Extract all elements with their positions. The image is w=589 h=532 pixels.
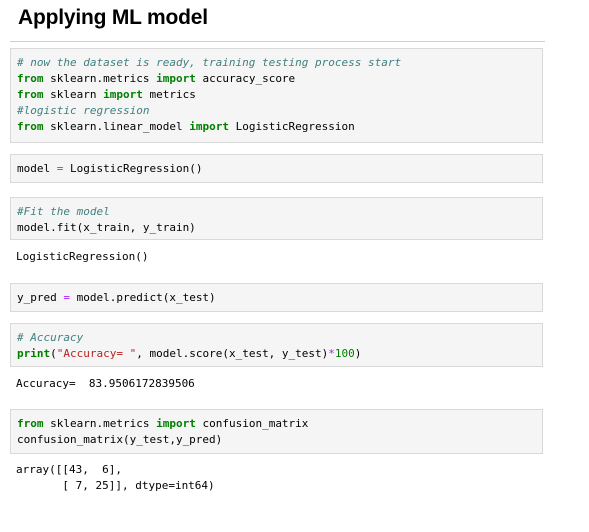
output-accuracy: Accuracy= 83.9506172839506 [16, 376, 195, 392]
code-token: import [103, 88, 143, 101]
code-token: # now the dataset is ready, training tes… [17, 56, 402, 69]
code-token: model.fit(x_train, y_train) [17, 221, 196, 234]
code-token: model [17, 162, 57, 175]
code-token: from [17, 120, 44, 133]
code-token: sklearn [43, 88, 104, 101]
code-line: model = LogisticRegression() [17, 161, 542, 177]
code-token: ) [354, 347, 362, 360]
code-token: #Fit the model [17, 205, 110, 218]
code-token: * [328, 347, 335, 360]
code-line: #Fit the model [17, 204, 542, 220]
code-cell-model-init[interactable]: model = LogisticRegression() [10, 154, 543, 183]
output-confusion: array([[43, 6], [ 7, 25]], dtype=int64) [16, 462, 215, 494]
code-line: # Accuracy [17, 330, 542, 346]
code-token: accuracy_score [195, 72, 296, 85]
section-heading: Applying ML model [18, 6, 208, 29]
code-token: print [17, 347, 51, 360]
code-cell-confusion[interactable]: from sklearn.metrics import confusion_ma… [10, 409, 543, 454]
code-token: metrics [142, 88, 196, 101]
code-token: from [17, 72, 44, 85]
code-token: , model.score(x_test, y_test) [136, 347, 329, 360]
code-line: model.fit(x_train, y_train) [17, 220, 542, 236]
output-line: array([[43, 6], [16, 463, 122, 476]
code-cell-accuracy[interactable]: # Accuracy print("Accuracy= ", model.scor… [10, 323, 543, 367]
code-cell-imports[interactable]: # now the dataset is ready, training tes… [10, 48, 543, 143]
code-token: from [17, 88, 44, 101]
heading-divider [10, 41, 545, 42]
code-token: ( [50, 347, 57, 360]
code-token: from [17, 417, 44, 430]
code-token: sklearn.linear_model [43, 120, 190, 133]
code-token: sklearn.metrics [43, 72, 157, 85]
code-line: from sklearn import metrics [17, 87, 542, 103]
code-token: # Accuracy [17, 331, 84, 344]
code-line: from sklearn.metrics import accuracy_sco… [17, 71, 542, 87]
code-line: confusion_matrix(y_test,y_pred) [17, 432, 542, 448]
code-line: from sklearn.linear_model import Logisti… [17, 119, 542, 135]
code-token: y_pred [17, 291, 64, 304]
output-fit: LogisticRegression() [16, 249, 148, 265]
code-token: sklearn.metrics [43, 417, 157, 430]
code-line: #logistic regression [17, 103, 542, 119]
code-token: confusion_matrix(y_test,y_pred) [17, 433, 223, 446]
code-token: confusion_matrix [195, 417, 309, 430]
code-line: # now the dataset is ready, training tes… [17, 55, 542, 71]
code-token: LogisticRegression [228, 120, 355, 133]
output-line: Accuracy= 83.9506172839506 [16, 377, 195, 390]
code-token: import [156, 417, 196, 430]
code-token: import [189, 120, 229, 133]
code-line: y_pred = model.predict(x_test) [17, 290, 542, 306]
code-line: from sklearn.metrics import confusion_ma… [17, 416, 542, 432]
code-token: = [63, 291, 70, 304]
code-token: #logistic regression [17, 104, 150, 117]
code-token: LogisticRegression() [63, 162, 203, 175]
output-line: [ 7, 25]], dtype=int64) [16, 479, 215, 492]
code-cell-predict[interactable]: y_pred = model.predict(x_test) [10, 283, 543, 312]
code-cell-fit[interactable]: #Fit the model model.fit(x_train, y_train… [10, 197, 543, 240]
output-line: LogisticRegression() [16, 250, 149, 263]
code-token: import [156, 72, 196, 85]
code-token: "Accuracy= " [56, 347, 137, 360]
code-token: 100 [334, 347, 355, 360]
code-line: print("Accuracy= ", model.score(x_test, … [17, 346, 542, 362]
code-token: model.predict(x_test) [69, 291, 216, 304]
